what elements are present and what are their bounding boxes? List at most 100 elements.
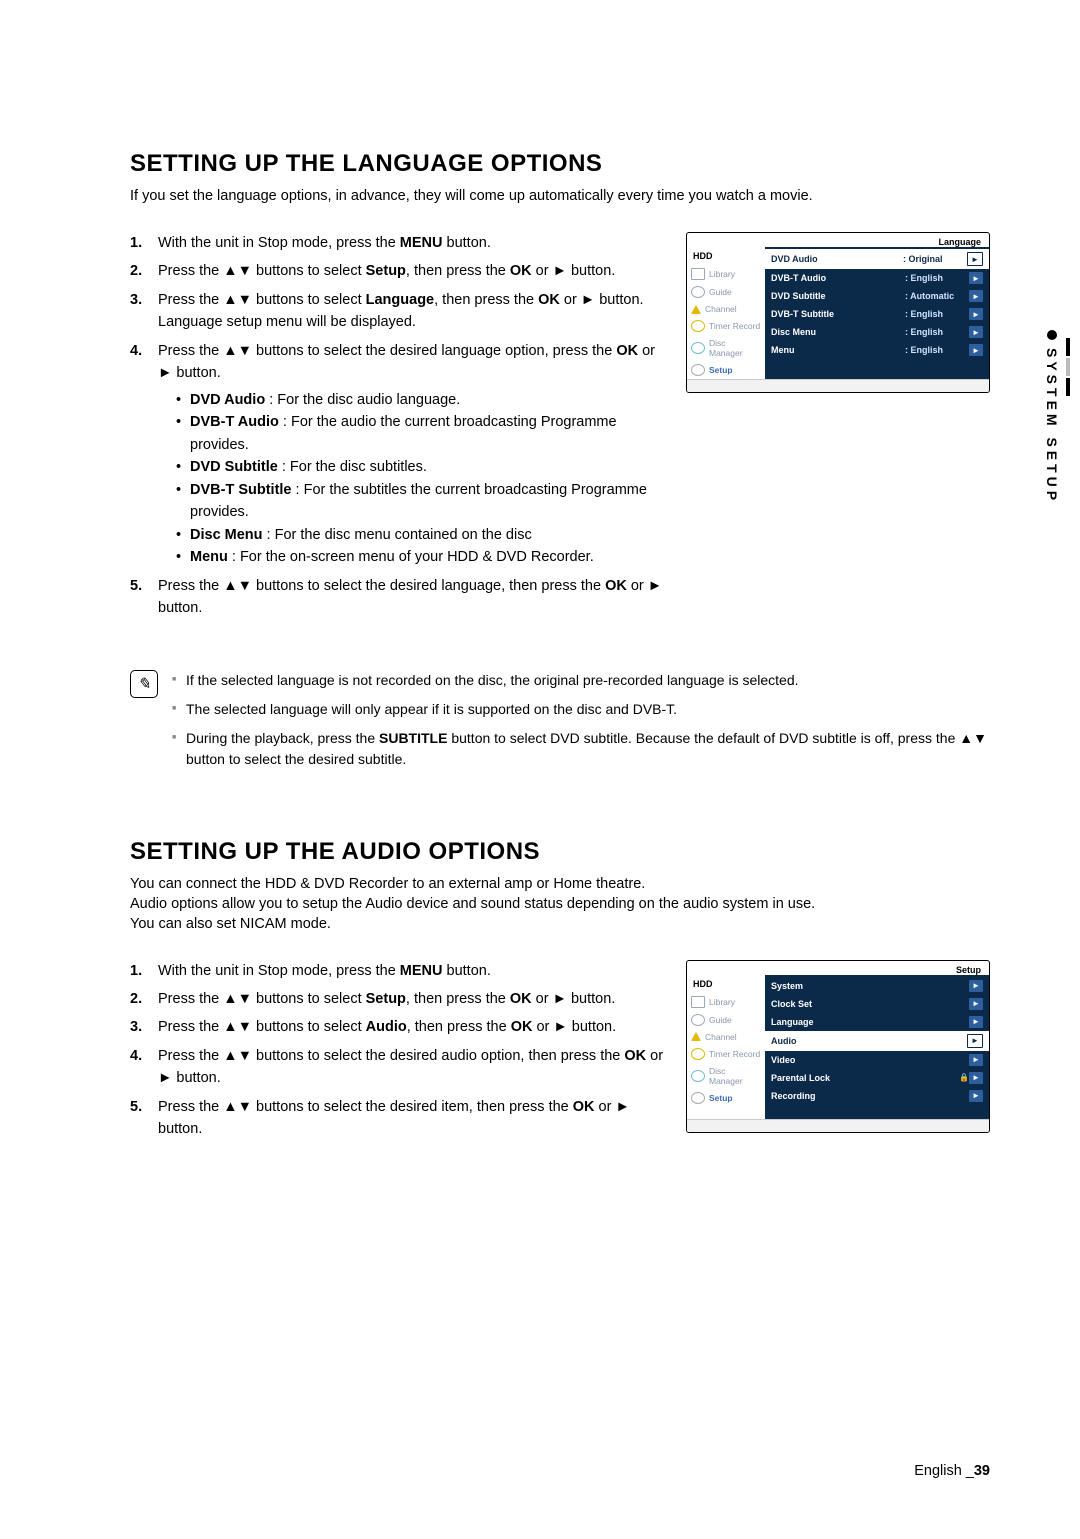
osd-side-item: Library [687,993,765,1011]
osd-side-item: Library [687,265,765,283]
footer-lang: English [914,1463,962,1479]
side-index-bars [1066,338,1070,396]
osd-row-selected: DVD Audio: Original► [765,249,989,269]
channel-icon [691,305,701,314]
osd-title: Setup [956,965,981,975]
osd-side-item: Guide [687,283,765,301]
osd-row: Video► [765,1051,989,1069]
chevron-right-icon: ► [969,308,983,320]
lock-icon: 🔒 [959,1073,969,1082]
channel-icon [691,1032,701,1041]
note-item: The selected language will only appear i… [172,699,990,720]
osd-language-screenshot: Language HDD Library Guide Channel Timer… [686,232,990,393]
bullet-icon [1047,330,1057,340]
osd-footer-bar [687,1119,989,1132]
step: Press the ▲▼ buttons to select Setup, th… [130,988,664,1010]
side-tab-label: SYSTEM SETUP [1044,348,1060,504]
osd-side-item: Timer Record [687,317,765,335]
bullet: Disc Menu : For the disc menu contained … [176,524,664,546]
osd-row: Clock Set► [765,995,989,1013]
chevron-right-icon: ► [969,326,983,338]
footer-page: 39 [974,1463,990,1479]
osd-main-list: System► Clock Set► Language► Audio► Vide… [765,975,989,1119]
section-intro: You can connect the HDD & DVD Recorder t… [130,876,990,892]
step: Press the ▲▼ buttons to select the desir… [130,340,664,569]
osd-row-selected: Audio► [765,1031,989,1051]
osd-side-item: Channel [687,1029,765,1045]
osd-footer-bar [687,379,989,392]
page-footer: English _39 [914,1463,990,1479]
disc-icon [691,342,705,354]
guide-icon [691,286,705,298]
bullet: DVB-T Audio : For the audio the current … [176,411,664,456]
note-list: If the selected language is not recorded… [172,670,990,778]
section-intro: Audio options allow you to setup the Aud… [130,896,990,912]
osd-title: Language [938,237,981,247]
note-icon: ✎ [130,670,158,698]
steps-list: With the unit in Stop mode, press the ME… [130,232,664,620]
osd-side-item-selected: Setup [687,361,765,379]
osd-side-item: Disc Manager [687,1063,765,1089]
manual-page: SYSTEM SETUP SETTING UP THE LANGUAGE OPT… [0,0,1080,1539]
step: Press the ▲▼ buttons to select Audio, th… [130,1016,664,1038]
bullet: DVD Audio : For the disc audio language. [176,389,664,411]
osd-side-item-selected: Setup [687,1089,765,1107]
bullet: DVB-T Subtitle : For the subtitles the c… [176,479,664,524]
step: Press the ▲▼ buttons to select Language,… [130,289,664,334]
section-intro: If you set the language options, in adva… [130,188,990,204]
section-intro: You can also set NICAM mode. [130,916,990,932]
osd-setup-screenshot: Setup HDD Library Guide Channel Timer Re… [686,960,990,1133]
chevron-right-icon: ► [969,290,983,302]
section-heading: SETTING UP THE LANGUAGE OPTIONS [130,150,990,178]
osd-side-item: Channel [687,301,765,317]
chevron-right-icon: ► [969,1090,983,1102]
osd-row: DVD Subtitle: Automatic► [765,287,989,305]
step: Press the ▲▼ buttons to select Setup, th… [130,260,664,282]
bullet: DVD Subtitle : For the disc subtitles. [176,456,664,478]
side-tab: SYSTEM SETUP [1044,330,1060,504]
guide-icon [691,1014,705,1026]
setup-icon [691,1092,705,1104]
note-item: During the playback, press the SUBTITLE … [172,728,990,770]
setup-icon [691,364,705,376]
timer-icon [691,1048,705,1060]
chevron-right-icon: ► [969,998,983,1010]
osd-row: Recording► [765,1087,989,1105]
library-icon [691,268,705,280]
disc-icon [691,1070,705,1082]
osd-side-item: Guide [687,1011,765,1029]
osd-hdd-label: HDD [687,247,765,265]
bullet: Menu : For the on-screen menu of your HD… [176,546,664,568]
osd-row: Menu: English► [765,341,989,359]
chevron-right-icon: ► [969,1016,983,1028]
step: Press the ▲▼ buttons to select the desir… [130,1096,664,1141]
osd-side-item: Timer Record [687,1045,765,1063]
note-item: If the selected language is not recorded… [172,670,990,691]
chevron-right-icon: ► [967,252,983,266]
step: Press the ▲▼ buttons to select the desir… [130,575,664,620]
osd-row: Disc Menu: English► [765,323,989,341]
osd-sidebar: HDD Library Guide Channel Timer Record D… [687,975,765,1119]
osd-sidebar: HDD Library Guide Channel Timer Record D… [687,247,765,379]
osd-row: Parental Lock🔒► [765,1069,989,1087]
osd-hdd-label: HDD [687,975,765,993]
chevron-right-icon: ► [969,1072,983,1084]
step: With the unit in Stop mode, press the ME… [130,960,664,982]
chevron-right-icon: ► [969,1054,983,1066]
chevron-right-icon: ► [969,980,983,992]
step: Press the ▲▼ buttons to select the desir… [130,1045,664,1090]
chevron-right-icon: ► [969,344,983,356]
osd-row: DVB-T Audio: English► [765,269,989,287]
section-heading: SETTING UP THE AUDIO OPTIONS [130,838,990,866]
osd-main-list: DVD Audio: Original► DVB-T Audio: Englis… [765,247,989,379]
osd-row: System► [765,977,989,995]
osd-row: DVB-T Subtitle: English► [765,305,989,323]
note-block: ✎ If the selected language is not record… [130,670,990,778]
steps-list: With the unit in Stop mode, press the ME… [130,960,664,1141]
library-icon [691,996,705,1008]
step: With the unit in Stop mode, press the ME… [130,232,664,254]
osd-row: Language► [765,1013,989,1031]
osd-side-item: Disc Manager [687,335,765,361]
sub-bullets: DVD Audio : For the disc audio language.… [176,389,664,569]
chevron-right-icon: ► [969,272,983,284]
